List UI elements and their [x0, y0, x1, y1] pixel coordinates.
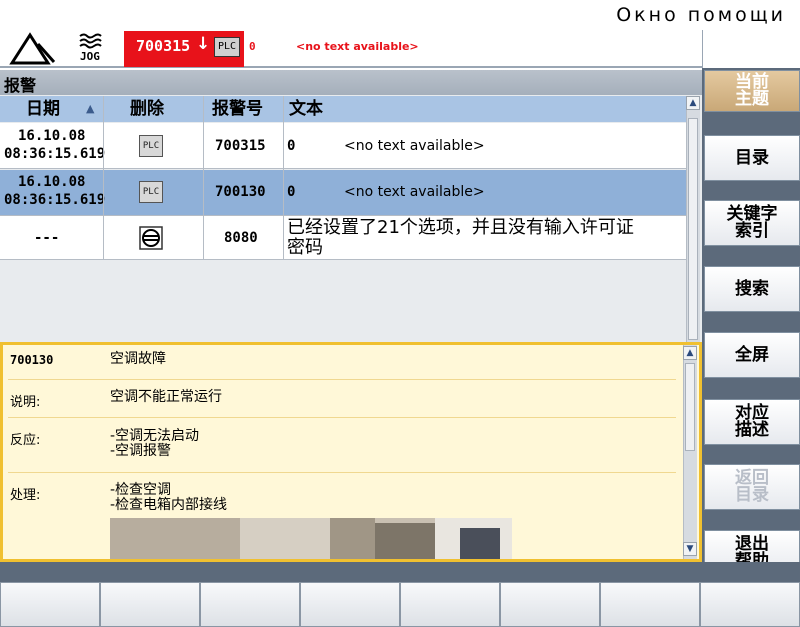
help-label-description: 说明: — [10, 395, 41, 410]
row-alarm-number: 8080 — [224, 230, 258, 246]
help-label-remedy: 处理: — [10, 488, 41, 503]
softkey-current-topic[interactable]: 当前 主题 — [704, 70, 800, 112]
column-divider — [203, 96, 204, 260]
softkey-panel-header — [702, 30, 800, 68]
horizontal-softkey-6[interactable] — [500, 582, 600, 627]
row-alarm-number: 700315 — [215, 138, 266, 154]
row-time: 08:36:15.619 — [4, 192, 106, 208]
horizontal-softkey-8[interactable] — [700, 582, 800, 627]
softkey-contents[interactable]: 目录 — [704, 135, 800, 181]
active-alarm-message: <no text available> — [296, 40, 419, 53]
horizontal-softkey-5[interactable] — [400, 582, 500, 627]
row-value: 0 — [287, 138, 296, 154]
horizontal-softkey-2[interactable] — [100, 582, 200, 627]
scrollbar-thumb[interactable] — [688, 118, 698, 340]
arrow-down-icon: ↓ — [196, 34, 211, 54]
row-date: 16.10.08 — [18, 174, 86, 190]
softkey-fullscreen[interactable]: 全屏 — [704, 332, 800, 378]
softkey-search[interactable]: 搜索 — [704, 266, 800, 312]
column-header-text[interactable]: 文本 — [289, 96, 323, 122]
horizontal-softkey-3[interactable] — [200, 582, 300, 627]
softkey-related-description[interactable]: 对应 描述 — [704, 399, 800, 445]
scroll-up-icon[interactable]: ▲ — [683, 346, 697, 360]
divider — [8, 472, 676, 473]
row-text: <no text available> — [344, 138, 485, 154]
help-value-remedy: -检查空调 -检查电箱内部接线 — [110, 482, 228, 513]
scroll-up-icon[interactable]: ▲ — [686, 96, 700, 110]
horizontal-softkey-7[interactable] — [600, 582, 700, 627]
help-label-reaction: 反应: — [10, 433, 41, 448]
bottom-status-bar — [0, 562, 800, 582]
plc-icon: PLC — [139, 135, 163, 157]
horizontal-softkey-4[interactable] — [300, 582, 400, 627]
column-divider — [103, 96, 104, 260]
active-alarm-value: 0 — [249, 40, 256, 53]
column-header-alarm-number[interactable]: 报警号 — [212, 96, 263, 122]
active-alarm-number: 700315 — [136, 37, 191, 55]
column-divider — [283, 96, 284, 260]
help-alarm-number: 700130 — [10, 353, 54, 367]
row-text: <no text available> — [344, 184, 485, 200]
softkey-back-to-contents[interactable]: 返回 目录 — [704, 464, 800, 510]
help-value-reaction: -空调无法启动 -空调报警 — [110, 428, 200, 459]
divider — [8, 379, 676, 380]
help-alarm-title: 空调故障 — [110, 351, 166, 367]
column-header-date[interactable]: 日期 — [26, 96, 60, 122]
plc-icon: PLC — [139, 181, 163, 203]
row-value: 0 — [287, 184, 296, 200]
divider — [8, 417, 676, 418]
mode-label: JOG — [80, 50, 100, 63]
alarm-list-title-bar — [0, 70, 702, 95]
softkey-keyword-index[interactable]: 关键字 索引 — [704, 200, 800, 246]
row-time: 08:36:15.619 — [4, 146, 106, 162]
window-title: Окно помощи — [616, 4, 786, 26]
horizontal-softkey-1[interactable] — [0, 582, 100, 627]
row-alarm-number: 700130 — [215, 184, 266, 200]
column-header-delete[interactable]: 删除 — [130, 96, 164, 122]
plc-icon: PLC — [214, 37, 240, 57]
scrollbar-thumb[interactable] — [685, 363, 695, 451]
row-date: 16.10.08 — [18, 128, 86, 144]
sort-ascending-icon: ▲ — [86, 102, 95, 115]
help-photo-image — [110, 518, 512, 559]
cancel-clear-icon — [139, 226, 163, 250]
row-text: 已经设置了21个选项，并且没有输入许可证 密码 — [287, 217, 634, 258]
row-date: --- — [34, 230, 60, 246]
warning-triangle-icon — [9, 32, 56, 65]
scroll-down-icon[interactable]: ▼ — [683, 542, 697, 556]
page-title: 报警 — [4, 76, 37, 95]
help-value-description: 空调不能正常运行 — [110, 389, 222, 405]
